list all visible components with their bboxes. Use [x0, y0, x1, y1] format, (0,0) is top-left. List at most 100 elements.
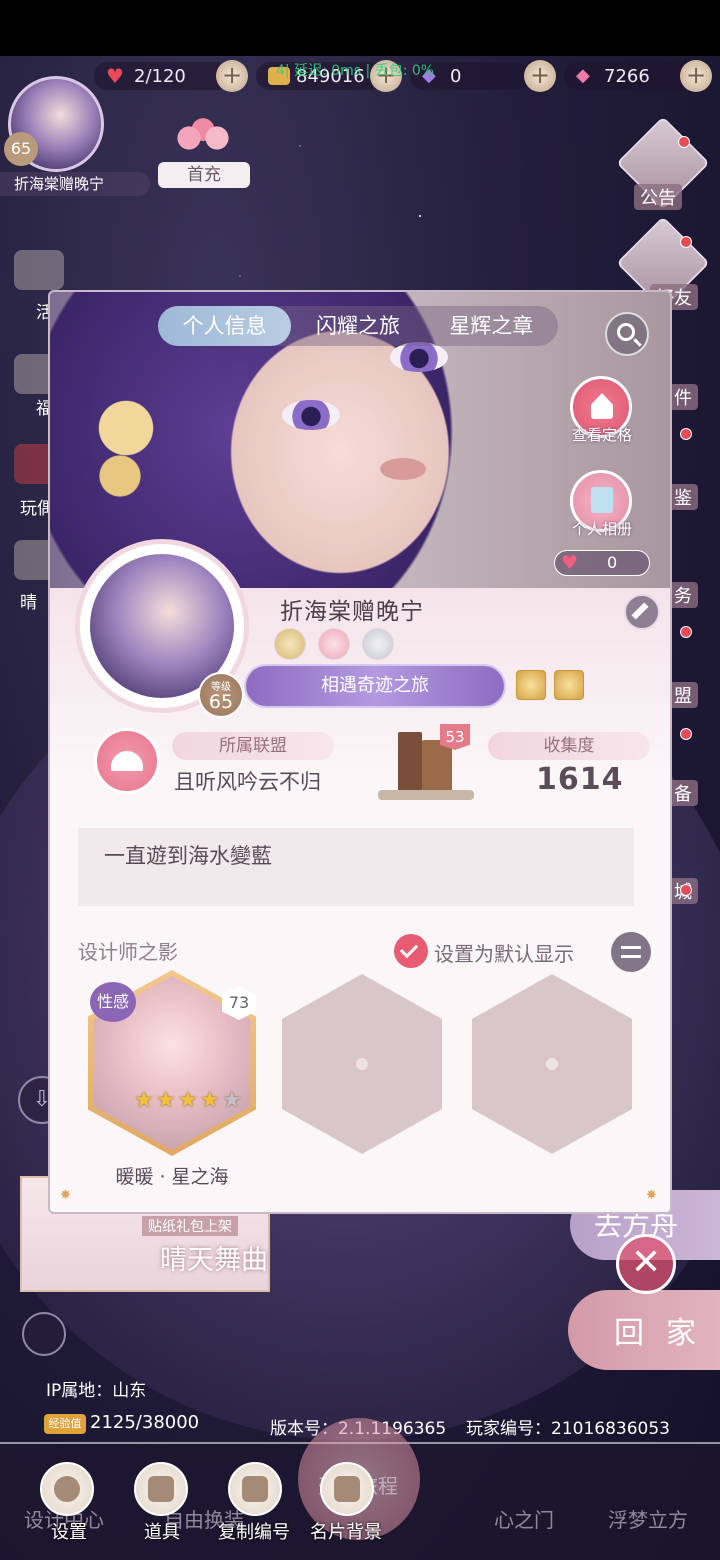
stamina-counter: ♥ 2/120 [94, 62, 230, 90]
likes-counter[interactable]: ♥ 0 [554, 550, 650, 576]
alliance-name[interactable]: 且听风吟云不归 [174, 766, 321, 796]
swap-arrow [621, 955, 641, 958]
right-eye [390, 342, 448, 372]
hair-ornament-image [96, 392, 156, 512]
heart-icon: ♥ [561, 552, 579, 574]
medal-melody-icon[interactable] [318, 628, 350, 660]
medal-crystal-icon[interactable] [362, 628, 394, 660]
slot-hub [356, 1058, 368, 1070]
book-stand [378, 790, 474, 800]
settings-button[interactable] [40, 1462, 94, 1516]
copy-icon [242, 1476, 268, 1502]
alliance-header: 所属联盟 [172, 732, 334, 760]
profile-level-badge: 等级 65 [198, 672, 244, 718]
star-empty-icon: ★ [222, 1088, 242, 1113]
journey-title-badge[interactable]: 相遇奇迹之旅 [246, 666, 504, 706]
level-value: 65 [208, 691, 234, 713]
search-button[interactable] [605, 312, 649, 356]
pink-diamond-icon: ◆ [576, 65, 590, 86]
prepare-label[interactable]: 备 [668, 780, 698, 806]
notification-dot [680, 428, 692, 440]
gold-badge-icon[interactable] [516, 670, 546, 700]
collection-books-icon[interactable]: 53 [378, 722, 474, 802]
edit-name-button[interactable] [624, 594, 660, 630]
search-icon [617, 323, 635, 341]
collection-count-badge: 53 [440, 724, 470, 750]
fan-icon [111, 751, 143, 771]
likes-value: 0 [607, 553, 618, 572]
player-level-badge: 65 [4, 132, 38, 166]
items-button[interactable] [134, 1462, 188, 1516]
star-icon: ★ [178, 1088, 198, 1113]
add-stamina-button[interactable]: + [216, 60, 248, 92]
game-screen: ♥ 2/120 + 849016 + ◆ 0 + ◆ 7266 + 4| 延迟:… [0, 0, 720, 1560]
card-icon [334, 1476, 360, 1502]
notification-dot [680, 626, 692, 638]
swap-arrow [621, 946, 641, 949]
star-icon: ★ [134, 1088, 154, 1113]
designer-shadow-header: 设计师之影 [78, 940, 178, 964]
pink-diamond-value: 7266 [604, 65, 650, 87]
tab-shining-journey[interactable]: 闪耀之旅 [291, 306, 424, 346]
designer-card-name: 暖暖 · 星之海 [115, 1166, 229, 1188]
tab-personal-info[interactable]: 个人信息 [158, 306, 292, 346]
style-tag: 性感 [90, 982, 136, 1022]
stamina-value: 2/120 [134, 65, 186, 87]
add-pink-diamond-button[interactable]: + [680, 60, 712, 92]
lips [380, 458, 426, 480]
chat-icon[interactable] [22, 1312, 66, 1356]
first-recharge-label: 首充 [158, 162, 250, 188]
notification-dot [680, 884, 692, 896]
profile-tabs: 个人信息 闪耀之旅 星辉之章 [158, 306, 558, 346]
sidebar-sunny-label: 晴 [20, 593, 37, 613]
tab-starlight-chapter[interactable]: 星辉之章 [425, 306, 558, 346]
notification-dot [680, 236, 692, 248]
status-bar-area [0, 0, 720, 56]
alliance-fan-icon [94, 728, 160, 794]
gold-badge-icon[interactable] [554, 670, 584, 700]
collection-header: 收集度 [488, 732, 650, 760]
pencil-icon [631, 602, 649, 620]
alliance-label[interactable]: 盟 [668, 682, 698, 708]
tasks-label[interactable]: 务 [668, 582, 698, 608]
exp-badge: 经验值 [44, 1414, 86, 1434]
player-id: 玩家编号：21016836053 [466, 1419, 670, 1439]
notification-dot [678, 136, 690, 148]
sakura-icon [168, 110, 238, 166]
purple-diamond-value: 0 [450, 65, 462, 87]
heart-gate-label: 心之门 [494, 1508, 554, 1532]
dream-cube-label: 浮梦立方 [608, 1508, 688, 1532]
book-spine [398, 732, 422, 794]
player-name-label: 折海棠赠晚宁 [0, 172, 150, 196]
card-background-label: 名片背景 [310, 1522, 382, 1543]
profile-panel: 个人信息 闪耀之旅 星辉之章 查看定格 个人相册 ♥ 0 等级 65 折海棠赠晚… [50, 292, 670, 1212]
sidebar-doll-label: 玩偶 [20, 499, 54, 519]
corner-ornament-icon: ✸ [60, 1188, 71, 1203]
swap-icon[interactable] [611, 932, 651, 972]
medal-clock-icon[interactable] [274, 628, 306, 660]
settings-label: 设置 [51, 1522, 87, 1543]
gallery-label[interactable]: 鉴 [668, 484, 698, 510]
add-purple-diamond-button[interactable]: + [524, 60, 556, 92]
pink-diamond-counter: ◆ 7266 [564, 62, 696, 90]
left-eye [282, 400, 340, 430]
sidebar-activity-button[interactable] [14, 250, 64, 290]
signature-text: 一直遊到海水變藍 [104, 844, 272, 868]
first-recharge-button[interactable]: 首充 [158, 110, 250, 190]
notification-dot [680, 728, 692, 740]
close-panel-button[interactable]: ✕ [616, 1234, 676, 1294]
go-home-button[interactable]: 回家 [568, 1290, 720, 1370]
checkmark-icon [399, 939, 419, 959]
checkbox-checked-icon[interactable] [394, 934, 428, 968]
card-background-button[interactable] [320, 1462, 374, 1516]
mail-label[interactable]: 件 [668, 384, 698, 410]
network-overlay: 4| 延迟: 0ms | 丢包: 0% [276, 63, 435, 79]
copy-id-label: 复制编号 [218, 1522, 290, 1543]
house-icon [591, 393, 613, 419]
copy-id-button[interactable] [228, 1462, 282, 1516]
collection-value: 1614 [536, 762, 624, 797]
set-default-display-label[interactable]: 设置为默认显示 [434, 938, 574, 967]
items-label: 道具 [144, 1522, 180, 1543]
search-icon-handle [633, 338, 642, 347]
ip-location: IP属地：山东 [46, 1381, 147, 1401]
